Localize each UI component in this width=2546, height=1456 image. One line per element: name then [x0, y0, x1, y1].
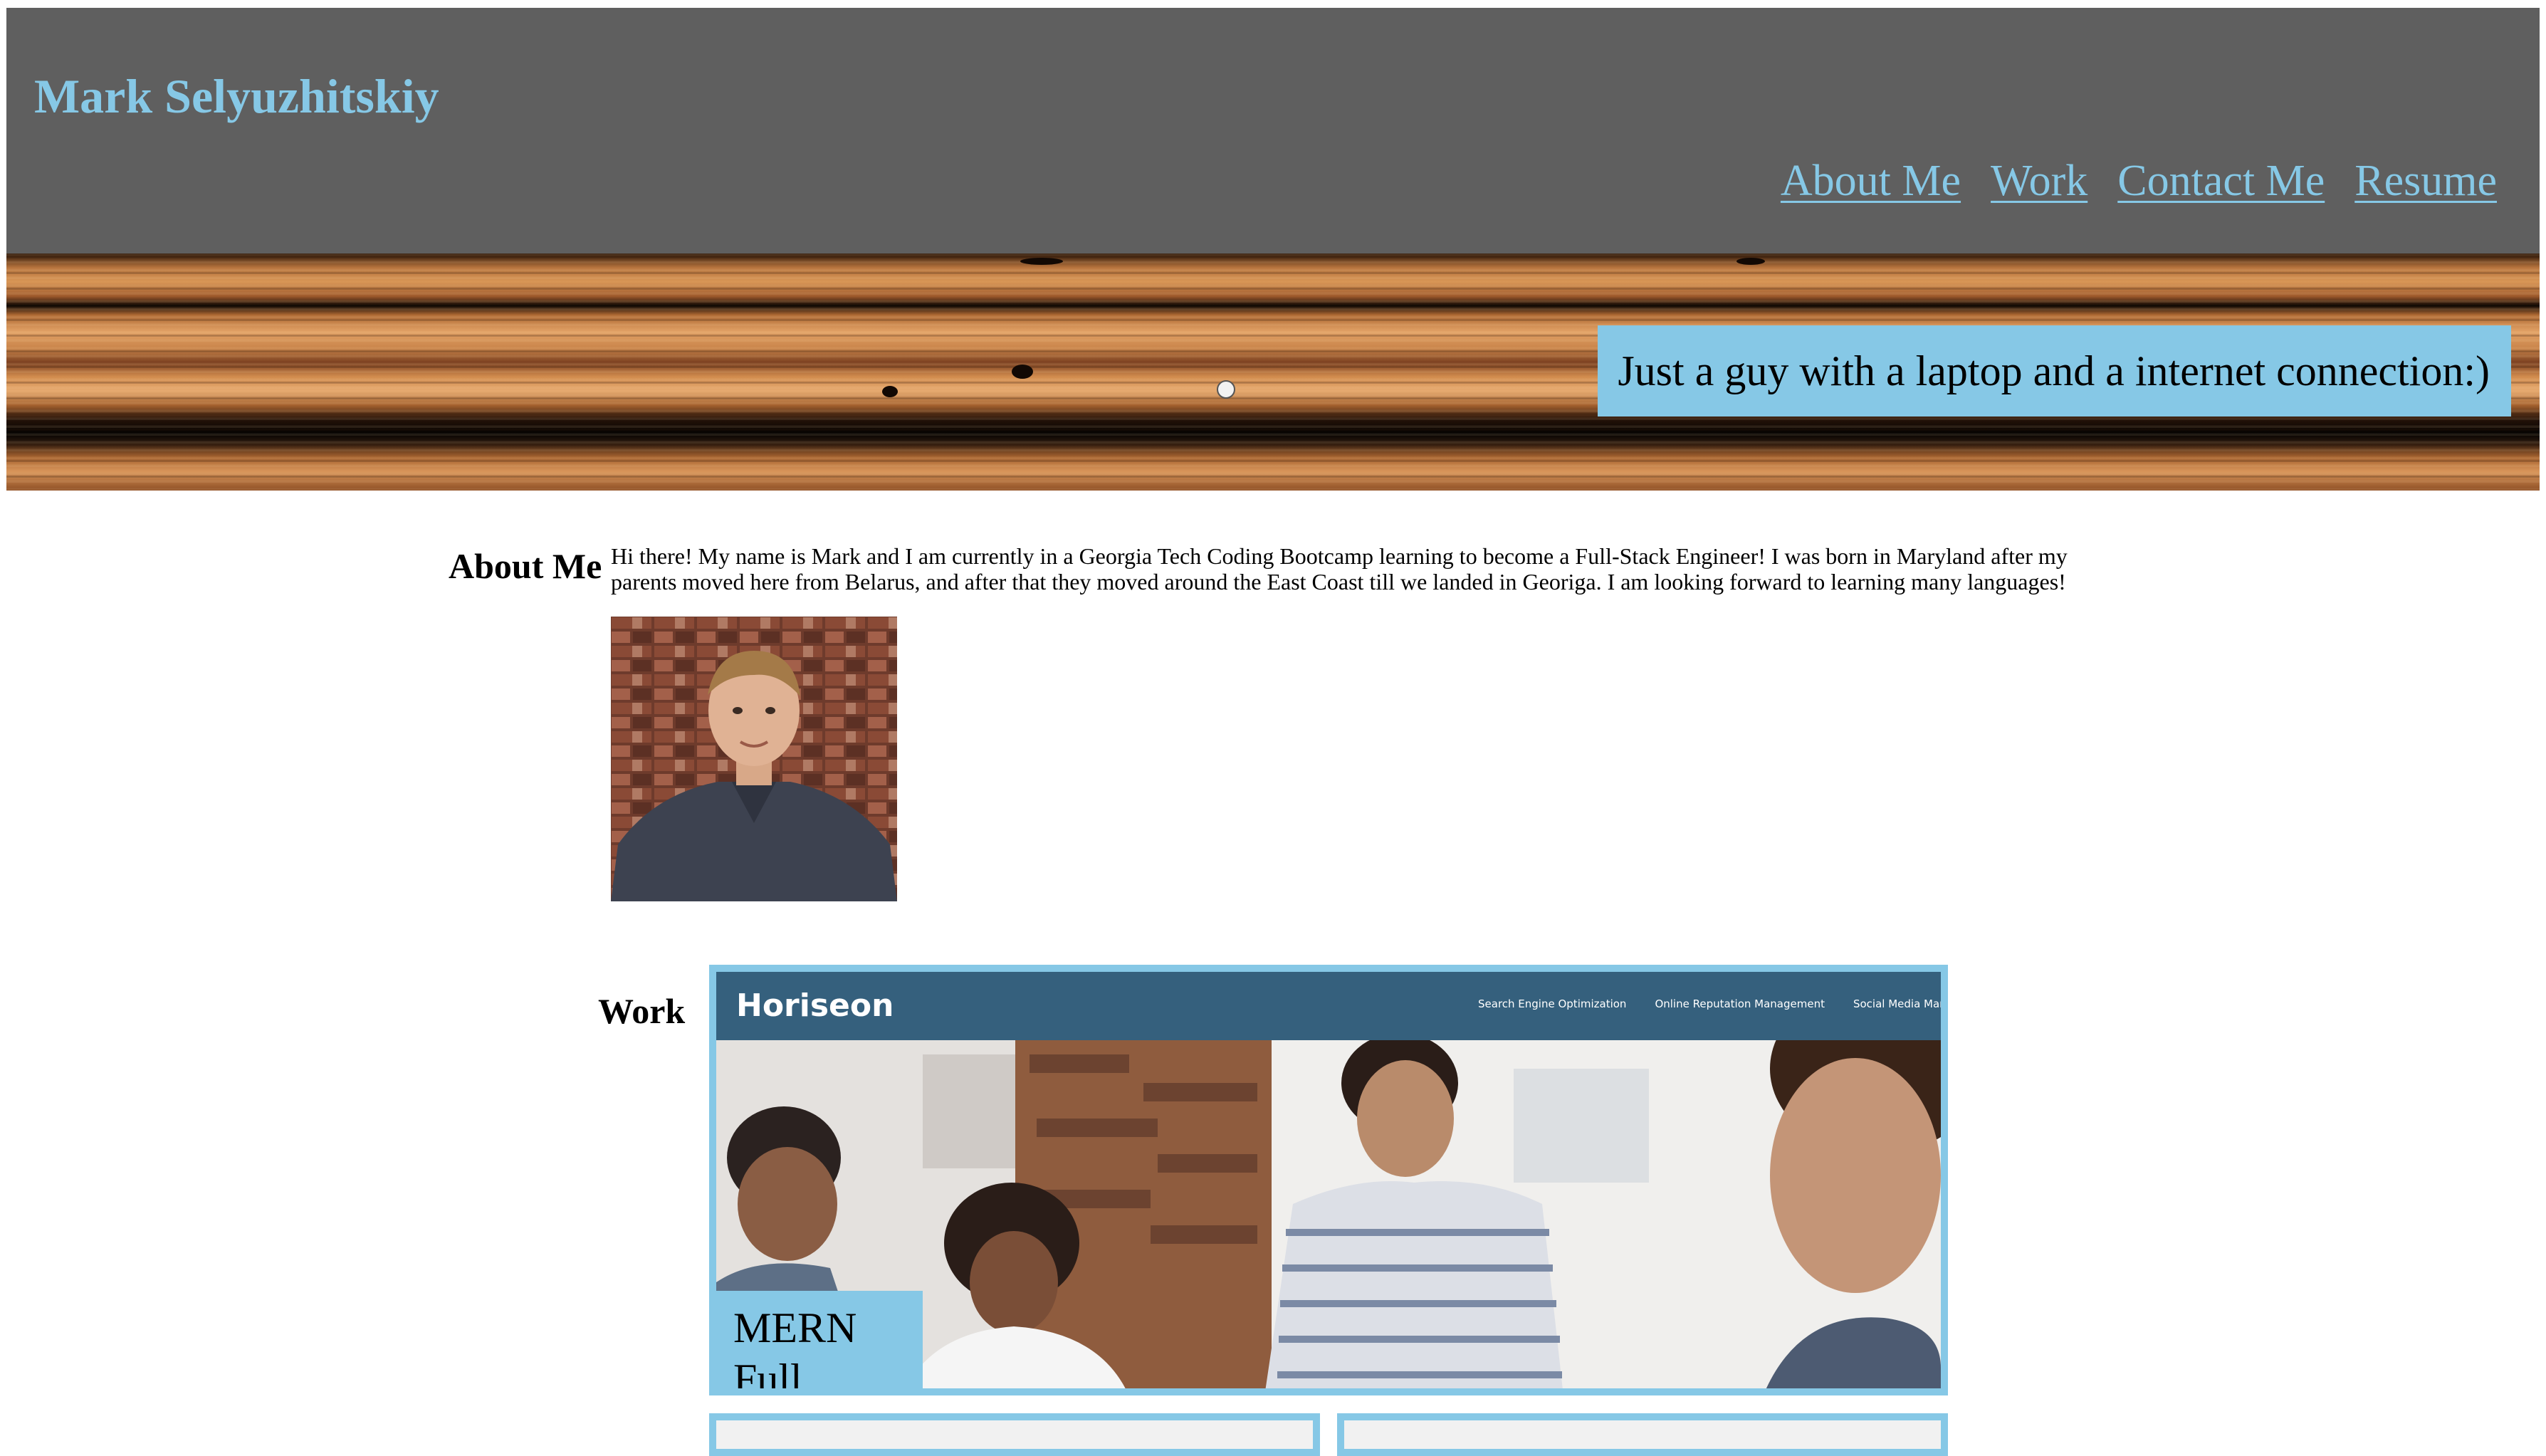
project-screenshot-link: Search Engine Optimization	[1478, 997, 1627, 1010]
nav-link-about-me[interactable]: About Me	[1781, 159, 1961, 203]
project-label-line2: Full Stack	[733, 1356, 802, 1395]
project-screenshot-photo: MERN Full Stack	[716, 983, 1941, 1395]
nav-link-contact-me[interactable]: Contact Me	[2117, 159, 2325, 203]
project-card-featured[interactable]: Horiseon Search Engine Optimization Onli…	[709, 965, 1948, 1395]
site-title: Mark Selyuzhitskiy	[34, 69, 439, 123]
work-heading: Work	[598, 991, 686, 1031]
project-screenshot-link: Online Reputation Management	[1655, 997, 1825, 1010]
project-screenshot-link: Social Media Market	[1853, 997, 1944, 1010]
site-header: Mark Selyuzhitskiy About Me Work Contact…	[6, 8, 2540, 253]
nail-head	[1217, 380, 1235, 399]
main-nav: About Me Work Contact Me Resume	[1781, 159, 2497, 203]
project-screenshot-nav: Horiseon Search Engine Optimization Onli…	[716, 972, 1941, 1040]
hero-banner: Just a guy with a laptop and a internet …	[6, 253, 2540, 491]
project-screenshot-brand: Horiseon	[736, 988, 894, 1024]
profile-photo-image	[611, 617, 897, 901]
hero-tagline: Just a guy with a laptop and a internet …	[1598, 325, 2511, 417]
about-text: Hi there! My name is Mark and I am curre…	[611, 543, 2068, 595]
profile-photo	[611, 617, 897, 901]
project-screenshot-links: Search Engine Optimization Online Reputa…	[1478, 997, 1944, 1010]
project-card-tertiary[interactable]	[1337, 1413, 1948, 1456]
nav-link-resume[interactable]: Resume	[2354, 159, 2497, 203]
project-label: MERN Full Stack	[716, 1291, 923, 1395]
project-card-secondary[interactable]	[709, 1413, 1320, 1456]
wood-knot	[882, 386, 898, 397]
wood-knot	[1012, 365, 1033, 379]
project-label-line1: MERN	[733, 1304, 857, 1351]
nav-link-work[interactable]: Work	[1991, 159, 2087, 203]
about-heading: About Me	[449, 546, 602, 586]
wood-knot	[1736, 258, 1765, 265]
wood-knot	[1020, 258, 1063, 265]
